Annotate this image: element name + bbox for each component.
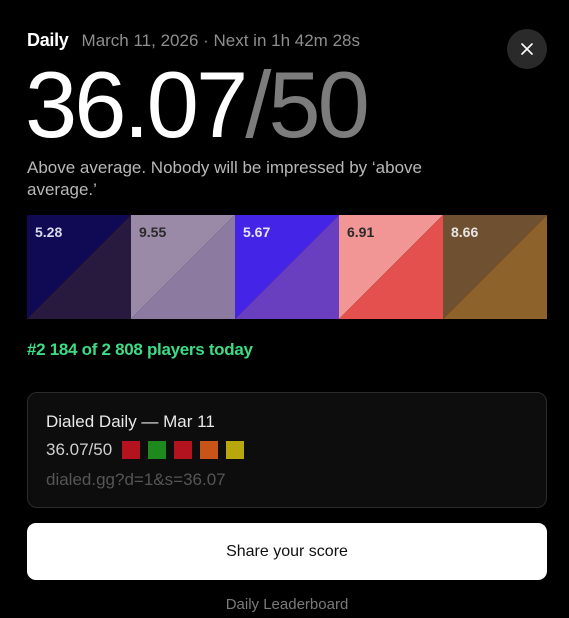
swatch-score: 5.28 [35,224,63,240]
result-square [122,441,141,459]
close-button[interactable] [507,29,547,69]
total-score: 36.07/50 [25,50,370,160]
share-card-score: 36.07/50 [46,440,113,459]
swatch-score: 5.67 [243,224,271,240]
result-square [148,441,167,459]
close-icon [521,43,533,55]
color-swatches: 5.28 9.55 5.67 6.91 8.66 [27,215,547,319]
date-countdown: March 11, 2026 · Next in 1h 42m 28s [81,31,360,50]
share-card-title: Dialed Daily — Mar 11 [46,412,215,431]
header: Daily March 11, 2026 · Next in 1h 42m 28… [27,30,360,51]
color-swatch: 6.91 [339,215,443,319]
score-max: /50 [245,52,370,157]
daily-leaderboard-link[interactable]: Daily Leaderboard [0,596,569,613]
swatch-score: 8.66 [451,224,479,240]
share-score-button[interactable]: Share your score [27,523,547,580]
swatch-score: 9.55 [139,224,167,240]
result-square [226,441,245,459]
result-square [200,441,219,459]
color-swatch: 8.66 [443,215,547,319]
player-rank: #2 184 of 2 808 players today [27,340,253,359]
result-square [174,441,193,459]
score-comment: Above average. Nobody will be impressed … [27,158,423,199]
share-card-link: dialed.gg?d=1&s=36.07 [46,470,226,489]
color-swatch: 5.67 [235,215,339,319]
swatch-score: 6.91 [347,224,375,240]
share-card: Dialed Daily — Mar 11 36.07/50 dialed.gg… [27,392,547,508]
score-value: 36.07 [25,52,248,157]
color-swatch: 9.55 [131,215,235,319]
share-card-result: 36.07/50 [46,440,528,460]
color-swatch: 5.28 [27,215,131,319]
mode-label: Daily [27,30,69,50]
